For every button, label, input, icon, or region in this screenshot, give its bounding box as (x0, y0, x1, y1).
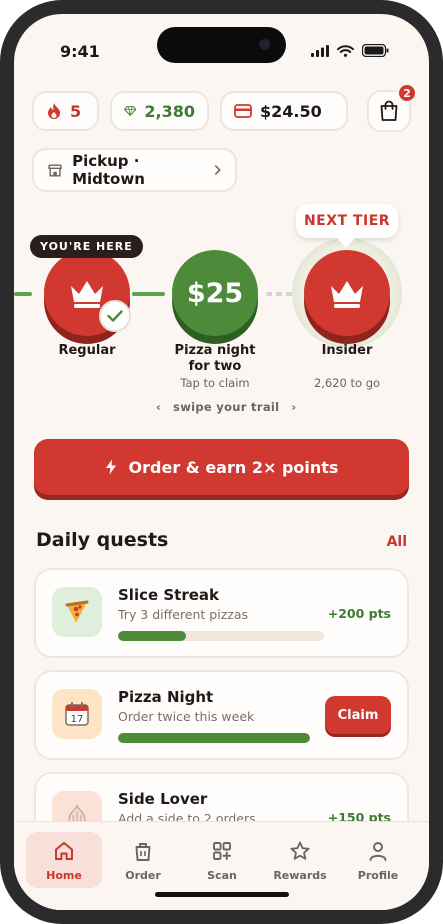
swipe-hint[interactable]: ‹ swipe your trail › (156, 400, 296, 414)
quest-card[interactable]: 17 Pizza Night Order twice this week Cla… (34, 670, 409, 760)
flame-icon (48, 103, 60, 119)
trail-reward-label: Pizza night for two (174, 343, 256, 374)
trail-node-current[interactable] (44, 250, 131, 344)
tab-rewards-label: Rewards (273, 869, 327, 882)
trail-node-next[interactable] (304, 250, 390, 344)
swipe-hint-text: swipe your trail (173, 400, 280, 414)
see-all-link[interactable]: All (387, 534, 407, 550)
streak-count: 5 (70, 101, 82, 121)
star-icon (290, 841, 310, 860)
balance-amount: $24.50 (260, 101, 322, 121)
battery-icon (362, 44, 389, 57)
app-screen: 9:41 5 2,380 $24.50 2 Pickup · Midtown R… (14, 14, 429, 910)
section-title: Daily quests (36, 529, 169, 551)
status-icons (311, 44, 389, 57)
tab-rewards[interactable]: Rewards (262, 832, 338, 888)
location-label: Pickup · Midtown (72, 152, 145, 188)
chevron-right-icon (214, 165, 221, 175)
tab-home[interactable]: Home (26, 832, 102, 888)
order-earn-label: Order & earn 2× points (128, 457, 339, 477)
wifi-icon (337, 44, 354, 57)
quest-card[interactable]: Slice Streak Try 3 different pizzas +200… (34, 568, 409, 658)
streak-pill[interactable]: 5 (32, 91, 99, 131)
quest-progress-fill (118, 733, 310, 743)
cart-button[interactable]: 2 (367, 83, 417, 132)
check-icon (99, 300, 131, 332)
trail-node-reward[interactable]: $25 (172, 250, 258, 344)
quest-description: Order twice this week (118, 709, 255, 724)
dynamic-island (157, 27, 286, 63)
tab-order[interactable]: Order (105, 832, 181, 888)
shopping-bag-icon (380, 100, 398, 121)
claim-button[interactable]: Claim (325, 696, 391, 734)
tab-profile-label: Profile (357, 869, 399, 882)
quest-points: +200 pts (327, 606, 391, 621)
pizza-slice-icon (52, 587, 102, 637)
bag-icon (135, 843, 151, 861)
phone-frame: 9:41 5 2,380 $24.50 2 Pickup · Midtown R… (0, 0, 443, 924)
quest-title: Pizza Night (118, 688, 214, 706)
tab-scan[interactable]: Scan (184, 832, 260, 888)
quest-progress-fill (118, 631, 186, 641)
signal-icon (311, 44, 329, 57)
quest-title: Slice Streak (118, 586, 220, 604)
balance-pill[interactable]: $24.50 (220, 91, 348, 131)
cart-count-badge: 2 (397, 83, 417, 103)
status-time: 9:41 (60, 42, 100, 61)
chevron-right-icon: › (291, 400, 297, 414)
trail-line-left (14, 292, 32, 296)
quest-progress-bar (118, 733, 310, 743)
crown-icon (71, 281, 103, 308)
scan-icon (213, 842, 231, 860)
gems-count: 2,380 (144, 101, 195, 121)
card-icon (234, 104, 252, 118)
next-tier-tag: NEXT TIER (296, 204, 398, 238)
tab-order-label: Order (125, 869, 161, 882)
trail-line-done (132, 292, 165, 296)
reward-amount: $25 (186, 277, 244, 309)
home-indicator (155, 892, 289, 897)
chevron-left-icon: ‹ (156, 400, 162, 414)
quest-description: Try 3 different pizzas (118, 607, 248, 622)
order-earn-button[interactable]: Order & earn 2× points (34, 439, 409, 495)
store-icon (48, 164, 62, 176)
tab-profile[interactable]: Profile (340, 832, 416, 888)
you-are-here-tag: YOU'RE HERE (30, 235, 143, 258)
trail-next-sub: 2,620 to go (313, 376, 381, 390)
gems-pill[interactable]: 2,380 (110, 91, 209, 131)
trail-reward-sub: Tap to claim (180, 376, 250, 390)
trail-current-label: Regular (58, 343, 116, 358)
home-icon (55, 842, 73, 860)
location-selector[interactable]: Pickup · Midtown (32, 148, 237, 192)
lightning-icon (105, 459, 116, 475)
quest-title: Side Lover (118, 790, 208, 808)
trail-next-label: Insider (321, 343, 373, 358)
calendar-icon: 17 (52, 689, 102, 739)
gem-icon (124, 106, 137, 116)
crown-icon (331, 281, 363, 308)
quest-progress-bar (118, 631, 324, 641)
tab-home-label: Home (46, 869, 82, 882)
calendar-day: 17 (71, 714, 84, 725)
person-icon (369, 842, 387, 861)
tab-scan-label: Scan (207, 869, 237, 882)
